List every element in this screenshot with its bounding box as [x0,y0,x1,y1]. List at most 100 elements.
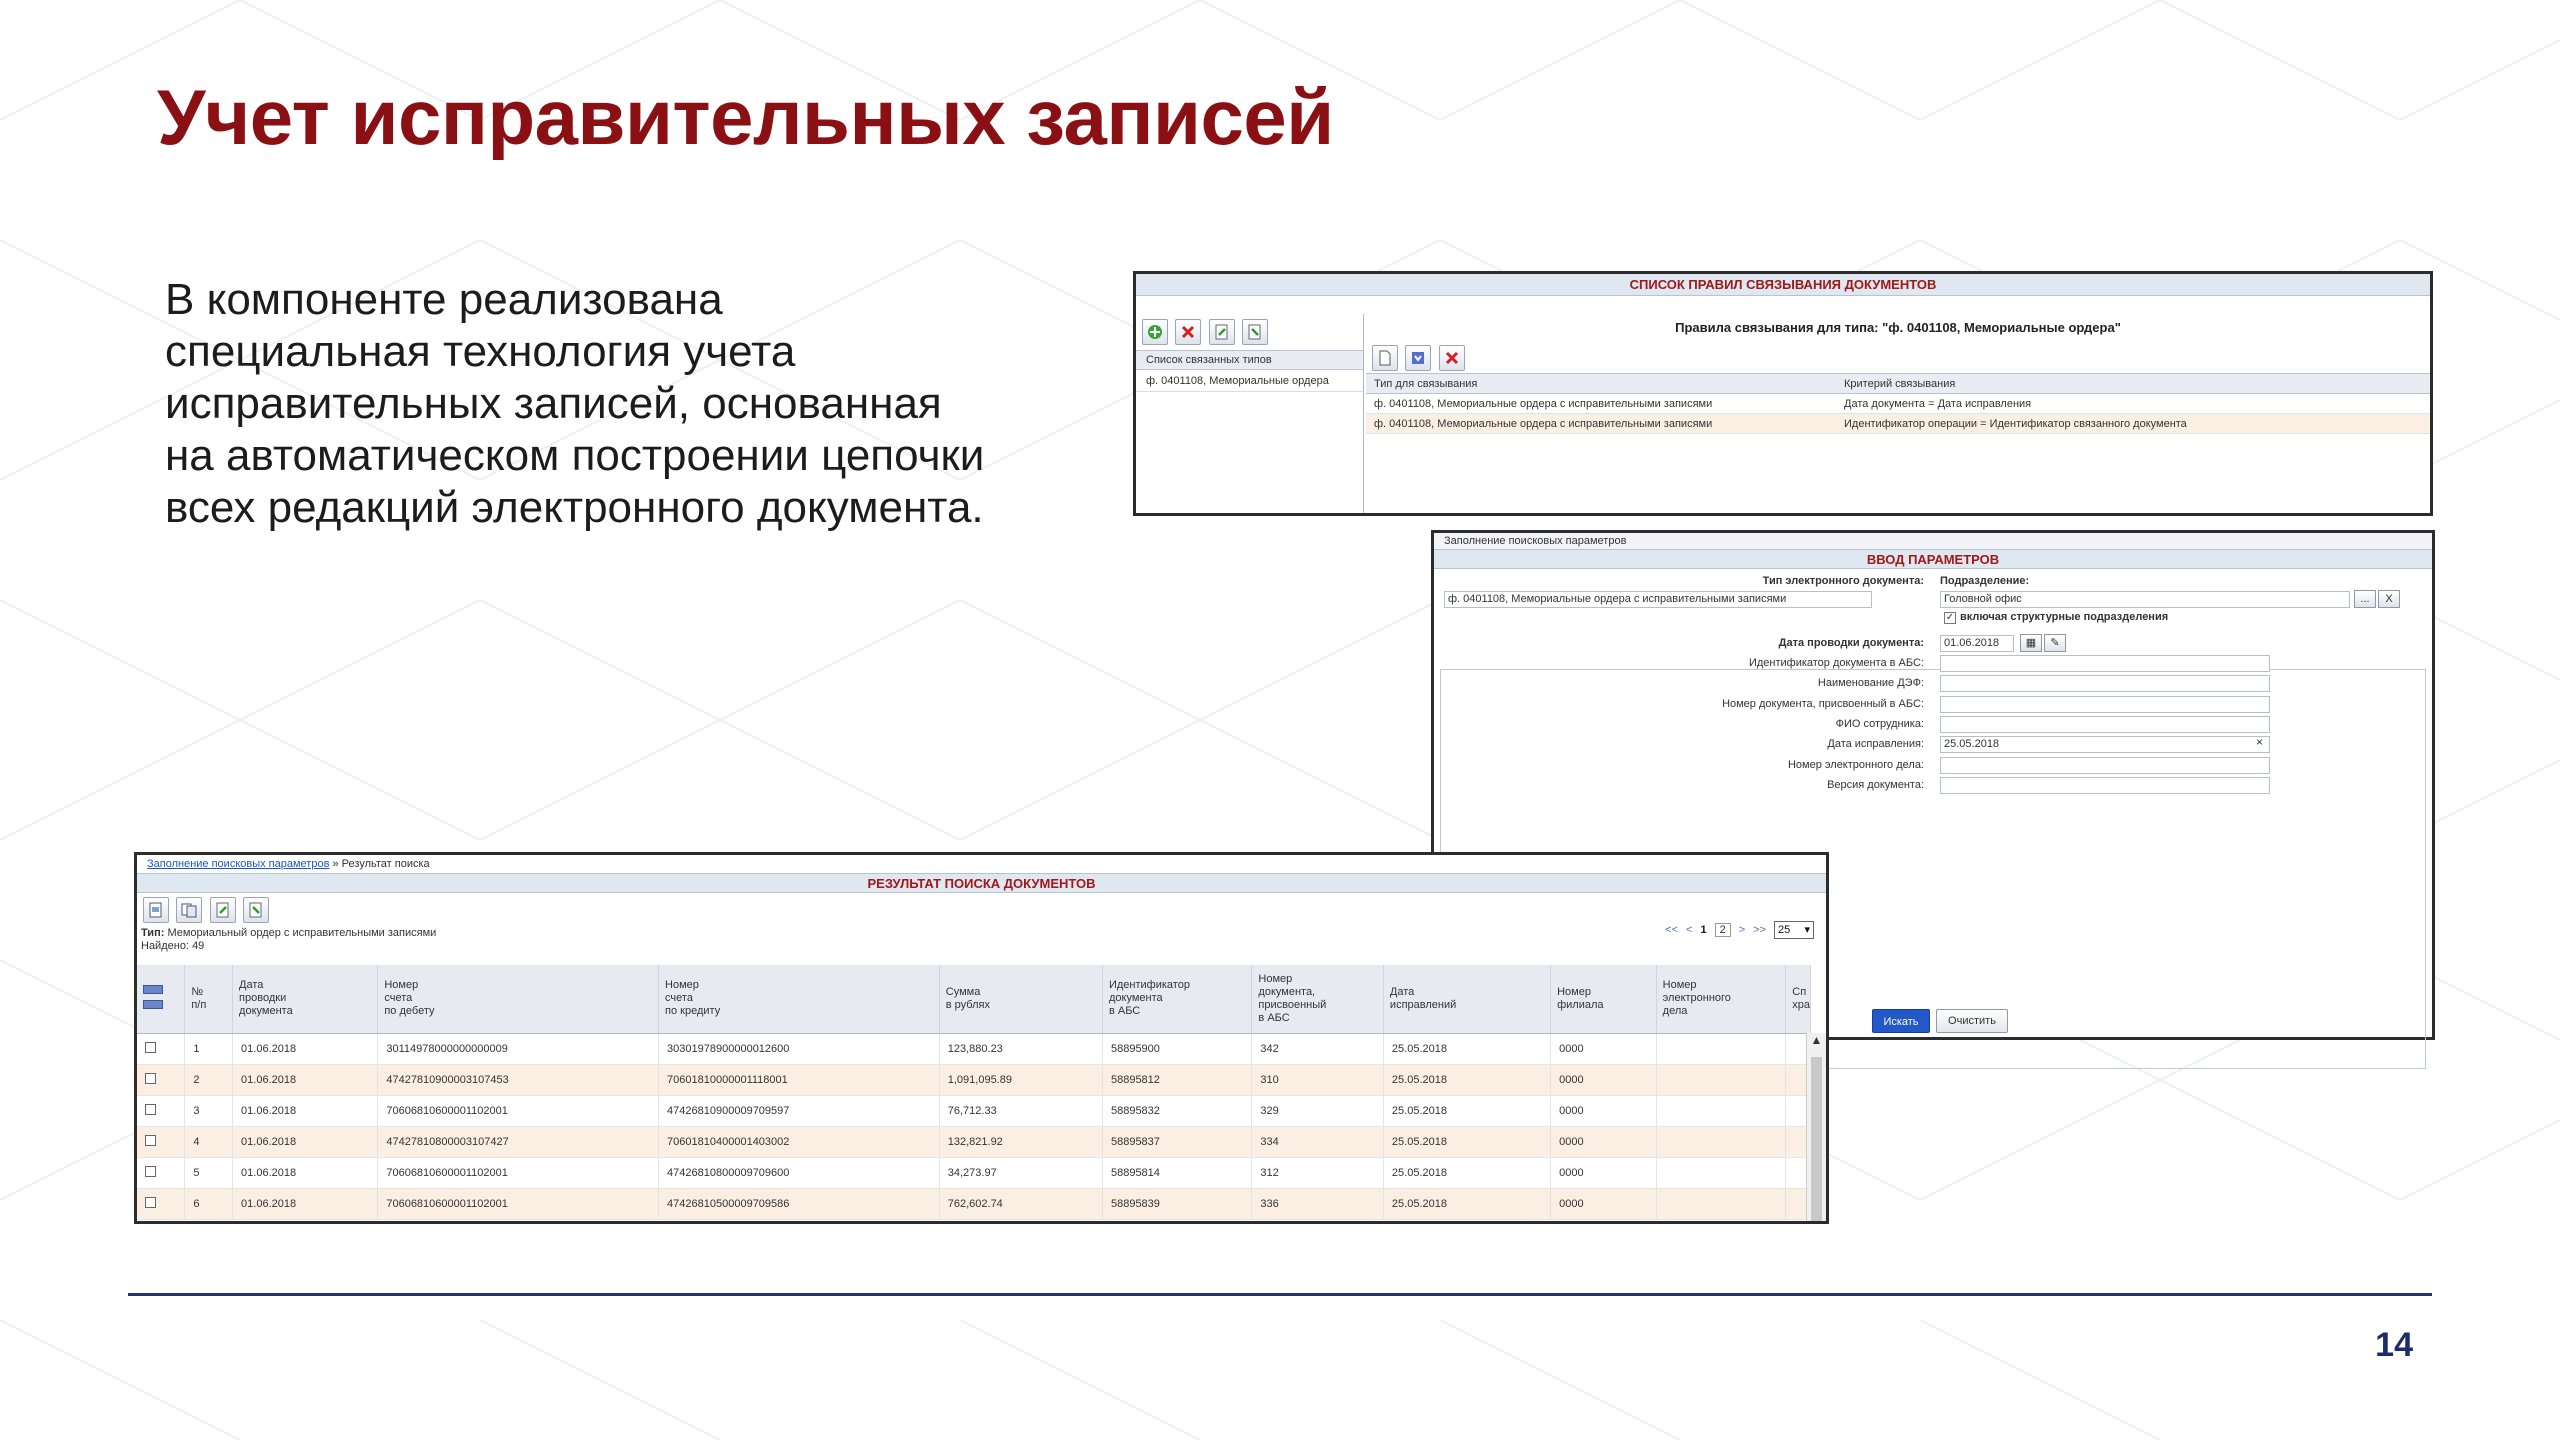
posting-date-label: Дата проводки документа: [1778,637,1924,649]
employee-name-field[interactable] [1940,716,2270,733]
cell: 01.06.2018 [232,1095,379,1127]
row-checkbox-cell[interactable] [137,1033,186,1065]
type-label: Тип: [141,927,165,939]
row-checkbox-cell[interactable] [137,1126,186,1158]
abs-document-number-field[interactable] [1940,696,2270,713]
table-row[interactable]: 2 01.06.2018 47427810900003107453 706018… [137,1064,1811,1096]
delete-icon[interactable] [1175,319,1202,345]
rules-list-screenshot: СПИСОК ПРАВИЛ СВЯЗЫВАНИЯ ДОКУМЕНТОВ Спис… [1133,271,2433,516]
clear-field-icon[interactable]: × [2256,735,2263,749]
cell: 0000 [1550,1033,1657,1065]
table-row[interactable]: 3 01.06.2018 70606810600001102001 474268… [137,1095,1811,1127]
cell: 0000 [1550,1188,1657,1220]
cell: 25.05.2018 [1383,1157,1552,1189]
breadcrumb-separator: » [332,858,339,870]
search-results-screenshot: Заполнение поисковых параметров » Резуль… [134,852,1829,1224]
correction-date-field[interactable]: 25.05.2018 [1940,736,2270,753]
division-select-button[interactable]: ... [2354,590,2376,608]
include-subdivisions-checkbox[interactable]: ✓ [1944,612,1956,624]
table-row[interactable]: ф. 0401108, Мемориальные ордера с исправ… [1366,413,2430,434]
row-checkbox[interactable] [145,1134,156,1146]
rules-list-header: СПИСОК ПРАВИЛ СВЯЗЫВАНИЯ ДОКУМЕНТОВ [1136,274,2430,296]
pager-prev[interactable]: < [1686,924,1692,936]
row-checkbox[interactable] [145,1103,156,1115]
posting-date-field[interactable]: 01.06.2018 [1940,635,2014,652]
chain-icon[interactable] [176,897,203,923]
cell: 310 [1251,1064,1384,1096]
cell: 1,091,095.89 [939,1064,1103,1096]
cell: 58895832 [1102,1095,1253,1127]
row-checkbox[interactable] [145,1165,156,1177]
calendar-icon[interactable]: ▦ [2020,634,2042,652]
pager-last[interactable]: >> [1753,924,1766,936]
cell: 47426810500009709586 [658,1188,940,1220]
def-name-field[interactable] [1940,675,2270,692]
open-document-icon[interactable] [143,897,169,923]
cell: 70606810600001102001 [377,1157,660,1189]
table-row[interactable]: 6 01.06.2018 70606810600001102001 474268… [137,1188,1811,1220]
search-button[interactable]: Искать [1872,1009,1930,1033]
delete-icon[interactable] [1438,345,1465,371]
cell [1656,1033,1787,1065]
cell: 58895900 [1102,1033,1253,1065]
cell: 58895837 [1102,1126,1253,1158]
found-value: 49 [192,940,205,952]
doc-type-field[interactable]: ф. 0401108, Мемориальные ордера с исправ… [1444,591,1872,608]
results-scrollbar[interactable]: ▲ [1806,1033,1826,1221]
case-number-field[interactable] [1940,757,2270,774]
cell: 0000 [1550,1095,1657,1127]
row-checkbox-cell[interactable] [137,1157,186,1189]
rules-panel-title: Правила связывания для типа: "ф. 0401108… [1675,320,2121,335]
linked-types-panel: Список связанных типов ф. 0401108, Мемор… [1136,314,1364,513]
abs-document-id-field[interactable] [1940,655,2270,672]
page-size-select[interactable]: 25 [1774,921,1814,939]
new-document-icon[interactable] [1372,345,1398,371]
column-header: Номер счета по кредиту [658,965,940,1034]
breadcrumb-link[interactable]: Заполнение поисковых параметров [147,858,329,870]
include-subdivisions-label: включая структурные подразделения [1960,611,2169,623]
cell: 5 [184,1157,234,1189]
select-all-header[interactable] [137,965,186,1034]
row-checkbox-cell[interactable] [137,1188,186,1220]
import-icon[interactable] [243,897,270,923]
pager-first[interactable]: << [1665,924,1678,936]
table-row[interactable]: ф. 0401108, Мемориальные ордера с исправ… [1366,393,2430,414]
import-icon[interactable] [1242,319,1269,345]
row-checkbox-cell[interactable] [137,1064,186,1096]
add-icon[interactable] [1142,319,1168,345]
rules-column-header: Тип для связывания [1366,373,1836,394]
row-checkbox[interactable] [145,1072,156,1084]
clear-button[interactable]: Очистить [1936,1009,2008,1033]
pager-page-current: 1 [1700,924,1707,936]
document-version-field[interactable] [1940,777,2270,794]
table-row[interactable]: 4 01.06.2018 47427810800003107427 706018… [137,1126,1811,1158]
type-value: Мемориальный ордер с исправительными зап… [167,927,437,939]
field-label: Наименование ДЭФ: [1817,677,1924,689]
cell: 70606810600001102001 [377,1095,660,1127]
row-checkbox[interactable] [145,1196,156,1208]
linked-type-item[interactable]: ф. 0401108, Мемориальные ордера [1136,370,1363,392]
pencil-icon[interactable]: ✎ [2044,634,2066,652]
cell: 25.05.2018 [1383,1188,1552,1220]
division-field[interactable]: Головной офис [1940,591,2350,608]
cell: 132,821.92 [939,1126,1103,1158]
linked-types-toolbar [1136,314,1363,350]
body-line: на автоматическом построении цепочки [165,431,985,480]
row-checkbox-cell[interactable] [137,1095,186,1127]
page-number: 14 [2375,1326,2413,1364]
division-clear-button[interactable]: X [2378,590,2400,608]
edit-icon[interactable] [1405,345,1432,371]
row-checkbox[interactable] [145,1041,156,1053]
params-header: ВВОД ПАРАМЕТРОВ [1434,549,2432,569]
scrollbar-thumb[interactable] [1811,1057,1822,1221]
export-icon[interactable] [1208,319,1235,345]
export-icon[interactable] [209,897,236,923]
cell: 334 [1251,1126,1384,1158]
table-row[interactable]: 5 01.06.2018 70606810600001102001 474268… [137,1157,1811,1189]
cell: 2 [184,1064,234,1096]
scroll-up-icon[interactable]: ▲ [1807,1033,1826,1047]
pager-page[interactable]: 2 [1714,923,1731,937]
table-row[interactable]: 1 01.06.2018 30114978000000000009 303019… [137,1033,1811,1065]
pager-next[interactable]: > [1739,924,1745,936]
rule-criterion-cell: Дата документа = Дата исправления [1836,393,2430,414]
